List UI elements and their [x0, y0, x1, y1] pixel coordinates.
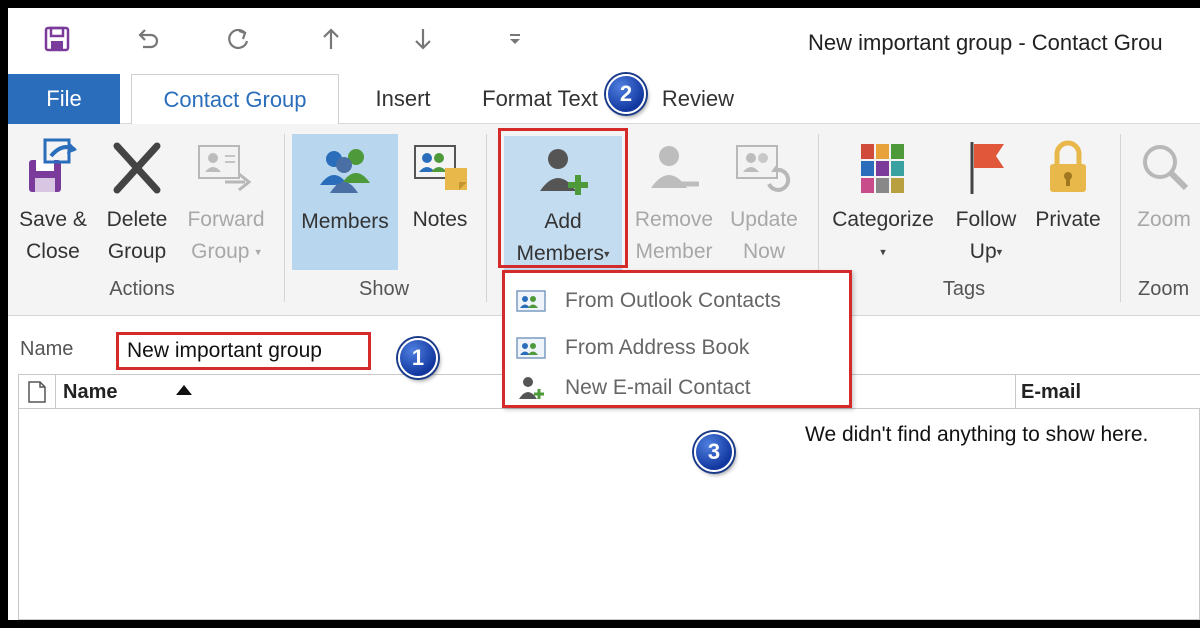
delete-group-label-1: Delete: [106, 208, 168, 231]
categorize-label: Categorize: [832, 208, 934, 231]
menu-item-label: New E-mail Contact: [565, 376, 751, 399]
redo-icon[interactable]: [222, 22, 256, 56]
name-label: Name: [20, 338, 74, 360]
add-members-label-1: Add: [544, 209, 582, 233]
group-label-show: Show: [358, 278, 410, 300]
arrow-up-icon[interactable]: [314, 22, 348, 56]
undo-icon[interactable]: [130, 22, 164, 56]
zoom-label: Zoom: [1137, 208, 1191, 231]
ribbon-tabs: File Contact Group Insert Format Text Re…: [8, 74, 1200, 125]
flag-icon: [958, 132, 1014, 204]
group-label-actions: Actions: [109, 278, 175, 300]
forward-group-button[interactable]: Forward Group ▾: [180, 132, 272, 268]
group-separator: [486, 134, 487, 302]
tab-review[interactable]: Review: [653, 74, 743, 124]
arrow-down-icon[interactable]: [406, 22, 440, 56]
group-separator: [1120, 134, 1121, 302]
follow-up-button[interactable]: Follow Up▾: [946, 132, 1026, 268]
contacts-card-icon: [511, 288, 551, 314]
members-label: Members: [301, 210, 389, 233]
column-divider: [55, 375, 56, 409]
sort-ascending-icon[interactable]: [175, 383, 193, 402]
members-list: Name E-mail We didn't find anything to s…: [18, 374, 1200, 620]
column-header-email[interactable]: E-mail: [1021, 381, 1081, 404]
private-label: Private: [1035, 208, 1101, 231]
document-icon[interactable]: [27, 381, 47, 408]
update-now-label-1: Update: [730, 208, 798, 231]
callout-2: 2: [606, 74, 646, 114]
save-icon[interactable]: [40, 22, 74, 56]
categorize-button[interactable]: Categorize ▾: [826, 132, 940, 268]
save-close-icon: [23, 132, 83, 204]
lock-icon: [1040, 132, 1096, 204]
menu-item-from-outlook-contacts[interactable]: From Outlook Contacts: [511, 279, 845, 323]
private-button[interactable]: Private: [1030, 132, 1106, 236]
forward-group-icon: [195, 132, 257, 204]
categorize-icon: [855, 132, 911, 204]
window-title: New important group - Contact Grou: [808, 30, 1163, 55]
remove-member-icon: [643, 132, 705, 204]
group-name-input[interactable]: [116, 332, 371, 370]
categorize-dropdown-icon: ▾: [880, 246, 886, 259]
members-button[interactable]: Members: [292, 134, 398, 270]
menu-item-from-address-book[interactable]: From Address Book: [511, 326, 845, 370]
tab-file[interactable]: File: [8, 74, 120, 124]
empty-list-message: We didn't find anything to show here.: [805, 423, 1149, 446]
update-now-icon: [733, 132, 795, 204]
delete-x-icon: [107, 132, 167, 204]
save-close-label-2: Close: [26, 240, 80, 263]
add-members-label-2: Members▾: [516, 241, 610, 265]
save-close-label-1: Save &: [19, 208, 87, 231]
magnifier-icon: [1136, 132, 1192, 204]
notes-button[interactable]: Notes: [404, 132, 476, 236]
forward-group-label-2: Group ▾: [191, 240, 261, 263]
app-window: New important group - Contact Grou File …: [8, 8, 1200, 620]
tab-format-text[interactable]: Format Text: [470, 74, 610, 124]
delete-group-label-2: Group: [107, 240, 167, 263]
callout-1: 1: [398, 338, 438, 378]
save-close-button[interactable]: Save & Close: [10, 132, 96, 268]
add-member-icon: [532, 136, 594, 206]
group-separator: [284, 134, 285, 302]
add-members-dropdown: From Outlook Contacts From Address Book …: [502, 270, 852, 408]
address-book-icon: [511, 335, 551, 361]
update-now-label-2: Now: [742, 240, 785, 263]
delete-group-button[interactable]: Delete Group: [98, 132, 176, 268]
remove-member-label-1: Remove: [634, 208, 714, 231]
callout-3: 3: [694, 432, 734, 472]
menu-item-label: From Outlook Contacts: [565, 289, 781, 312]
follow-up-label-2: Up▾: [969, 240, 1003, 263]
tab-insert[interactable]: Insert: [353, 74, 453, 124]
group-label-zoom: Zoom: [1138, 278, 1190, 300]
customize-icon[interactable]: [498, 22, 532, 56]
forward-group-label-1: Forward: [187, 208, 265, 231]
column-divider: [1015, 375, 1016, 409]
new-contact-icon: [511, 375, 551, 401]
notes-label: Notes: [412, 208, 468, 231]
update-now-button[interactable]: Update Now: [722, 132, 806, 268]
members-icon: [314, 134, 376, 206]
menu-item-new-email-contact[interactable]: New E-mail Contact: [511, 373, 845, 403]
remove-member-button[interactable]: Remove Member: [628, 132, 720, 268]
remove-member-label-2: Member: [635, 240, 713, 263]
menu-item-label: From Address Book: [565, 336, 750, 359]
tab-contact-group[interactable]: Contact Group: [131, 74, 339, 125]
quick-access-toolbar: New important group - Contact Grou: [8, 8, 1200, 74]
follow-up-label-1: Follow: [955, 208, 1017, 231]
notes-icon: [409, 132, 471, 204]
column-header-name[interactable]: Name: [63, 381, 117, 404]
zoom-button[interactable]: Zoom: [1128, 132, 1200, 236]
group-label-tags: Tags: [942, 278, 986, 300]
add-members-button[interactable]: Add Members▾: [504, 136, 622, 270]
